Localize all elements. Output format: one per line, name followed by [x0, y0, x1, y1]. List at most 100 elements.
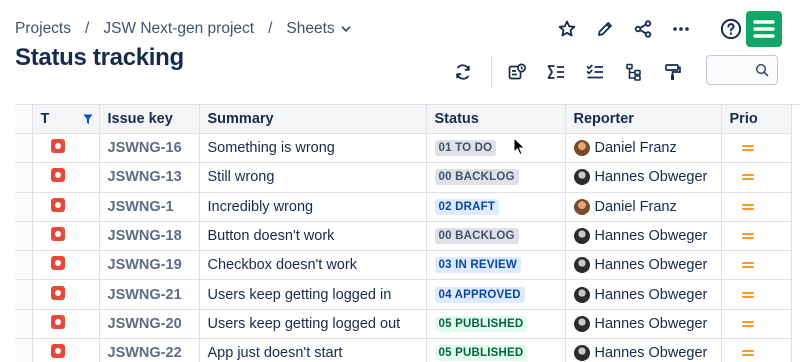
search-input[interactable] — [713, 56, 757, 84]
search-box[interactable] — [706, 55, 778, 85]
table-row[interactable]: JSWNG-13Still wrong00 BACKLOGHannes Obwe… — [15, 163, 791, 192]
cell-reporter[interactable]: Hannes Obweger — [565, 280, 721, 309]
chevron-down-icon[interactable] — [341, 24, 351, 34]
row-handle[interactable] — [15, 221, 32, 250]
cell-type[interactable] — [32, 134, 99, 163]
cell-summary[interactable]: Checkbox doesn't work — [199, 251, 426, 280]
sum-button[interactable] — [541, 57, 571, 87]
table-row[interactable]: JSWNG-20Users keep getting logged out05 … — [15, 309, 791, 338]
column-header-priority[interactable]: Prio — [721, 105, 791, 134]
row-handle[interactable] — [15, 339, 32, 362]
edit-button[interactable] — [590, 14, 620, 44]
cell-issue-key[interactable]: JSWNG-18 — [99, 221, 199, 250]
cell-issue-key[interactable]: JSWNG-1 — [99, 192, 199, 221]
cell-status[interactable]: 00 BACKLOG — [426, 221, 565, 250]
table-row[interactable]: JSWNG-21Users keep getting logged in04 A… — [15, 280, 791, 309]
hierarchy-button[interactable] — [619, 57, 649, 87]
cell-status[interactable]: 00 BACKLOG — [426, 163, 565, 192]
cell-type[interactable] — [32, 309, 99, 338]
cell-reporter[interactable]: Daniel Franz — [565, 134, 721, 163]
star-button[interactable] — [552, 14, 582, 44]
checklist-button[interactable] — [580, 57, 610, 87]
column-header-summary[interactable]: Summary — [199, 105, 426, 134]
cell-reporter[interactable]: Hannes Obweger — [565, 251, 721, 280]
row-handle[interactable] — [15, 163, 32, 192]
cell-priority[interactable] — [721, 280, 791, 309]
cell-type[interactable] — [32, 163, 99, 192]
cell-priority[interactable] — [721, 221, 791, 250]
column-header-status[interactable]: Status — [426, 105, 565, 134]
row-handle[interactable] — [15, 280, 32, 309]
cell-status[interactable]: 03 IN REVIEW — [426, 251, 565, 280]
cell-summary[interactable]: Users keep getting logged in — [199, 280, 426, 309]
cell-priority[interactable] — [721, 309, 791, 338]
reporter-name: Hannes Obweger — [595, 316, 708, 332]
cell-type[interactable] — [32, 280, 99, 309]
cell-summary[interactable]: Incredibly wrong — [199, 192, 426, 221]
issue-key[interactable]: JSWNG-18 — [100, 228, 199, 244]
cell-issue-key[interactable]: JSWNG-19 — [99, 251, 199, 280]
breadcrumb-sheets[interactable]: Sheets — [286, 20, 334, 38]
help-button[interactable] — [716, 14, 746, 44]
cell-issue-key[interactable]: JSWNG-20 — [99, 309, 199, 338]
filter-icon[interactable] — [83, 114, 93, 125]
issue-key[interactable]: JSWNG-21 — [100, 287, 199, 303]
cell-priority[interactable] — [721, 339, 791, 362]
cell-summary[interactable]: Button doesn't work — [199, 221, 426, 250]
cell-issue-key[interactable]: JSWNG-16 — [99, 134, 199, 163]
column-header-reporter[interactable]: Reporter — [565, 105, 721, 134]
issue-key[interactable]: JSWNG-19 — [100, 257, 199, 273]
cell-status[interactable]: 05 PUBLISHED — [426, 309, 565, 338]
table-row[interactable]: JSWNG-1Incredibly wrong02 DRAFTDaniel Fr… — [15, 192, 791, 221]
refresh-button[interactable] — [448, 57, 478, 87]
cell-priority[interactable] — [721, 163, 791, 192]
cell-status[interactable]: 01 TO DO — [426, 134, 565, 163]
row-handle[interactable] — [15, 251, 32, 280]
cell-summary[interactable]: App just doesn't start — [199, 339, 426, 362]
issue-key[interactable]: JSWNG-20 — [100, 316, 199, 332]
column-header-type[interactable]: T — [32, 105, 99, 134]
cell-priority[interactable] — [721, 251, 791, 280]
app-logo[interactable] — [746, 11, 782, 47]
breadcrumb-projects[interactable]: Projects — [15, 20, 71, 38]
breadcrumb-project[interactable]: JSW Next-gen project — [103, 20, 254, 38]
cell-reporter[interactable]: Daniel Franz — [565, 192, 721, 221]
cell-priority[interactable] — [721, 134, 791, 163]
cell-issue-key[interactable]: JSWNG-21 — [99, 280, 199, 309]
cell-reporter[interactable]: Hannes Obweger — [565, 221, 721, 250]
column-header-issue-key[interactable]: Issue key — [99, 105, 199, 134]
cell-issue-key[interactable]: JSWNG-22 — [99, 339, 199, 362]
bug-icon — [51, 227, 65, 241]
share-button[interactable] — [628, 14, 658, 44]
cell-status[interactable]: 05 PUBLISHED — [426, 339, 565, 362]
more-icon — [671, 19, 691, 39]
cell-reporter[interactable]: Hannes Obweger — [565, 163, 721, 192]
table-row[interactable]: JSWNG-22App just doesn't start05 PUBLISH… — [15, 339, 791, 362]
table-row[interactable]: JSWNG-16Something is wrong01 TO DODaniel… — [15, 134, 791, 163]
row-handle[interactable] — [15, 309, 32, 338]
cell-type[interactable] — [32, 251, 99, 280]
more-button[interactable] — [666, 14, 696, 44]
table-row[interactable]: JSWNG-18Button doesn't work00 BACKLOGHan… — [15, 221, 791, 250]
issue-key[interactable]: JSWNG-13 — [100, 169, 199, 185]
issue-key[interactable]: JSWNG-22 — [100, 345, 199, 361]
cell-issue-key[interactable]: JSWNG-13 — [99, 163, 199, 192]
issue-key[interactable]: JSWNG-16 — [100, 140, 199, 156]
table-row[interactable]: JSWNG-19Checkbox doesn't work03 IN REVIE… — [15, 251, 791, 280]
cell-summary[interactable]: Still wrong — [199, 163, 426, 192]
cell-reporter[interactable]: Hannes Obweger — [565, 309, 721, 338]
cell-status[interactable]: 04 APPROVED — [426, 280, 565, 309]
cell-summary[interactable]: Users keep getting logged out — [199, 309, 426, 338]
cell-summary[interactable]: Something is wrong — [199, 134, 426, 163]
cell-type[interactable] — [32, 192, 99, 221]
cell-type[interactable] — [32, 339, 99, 362]
cell-status[interactable]: 02 DRAFT — [426, 192, 565, 221]
issue-view-button[interactable] — [502, 57, 532, 87]
row-handle[interactable] — [15, 134, 32, 163]
issue-key[interactable]: JSWNG-1 — [100, 199, 199, 215]
paint-format-button[interactable] — [658, 57, 688, 87]
cell-reporter[interactable]: Hannes Obweger — [565, 339, 721, 362]
row-handle[interactable] — [15, 192, 32, 221]
cell-type[interactable] — [32, 221, 99, 250]
cell-priority[interactable] — [721, 192, 791, 221]
